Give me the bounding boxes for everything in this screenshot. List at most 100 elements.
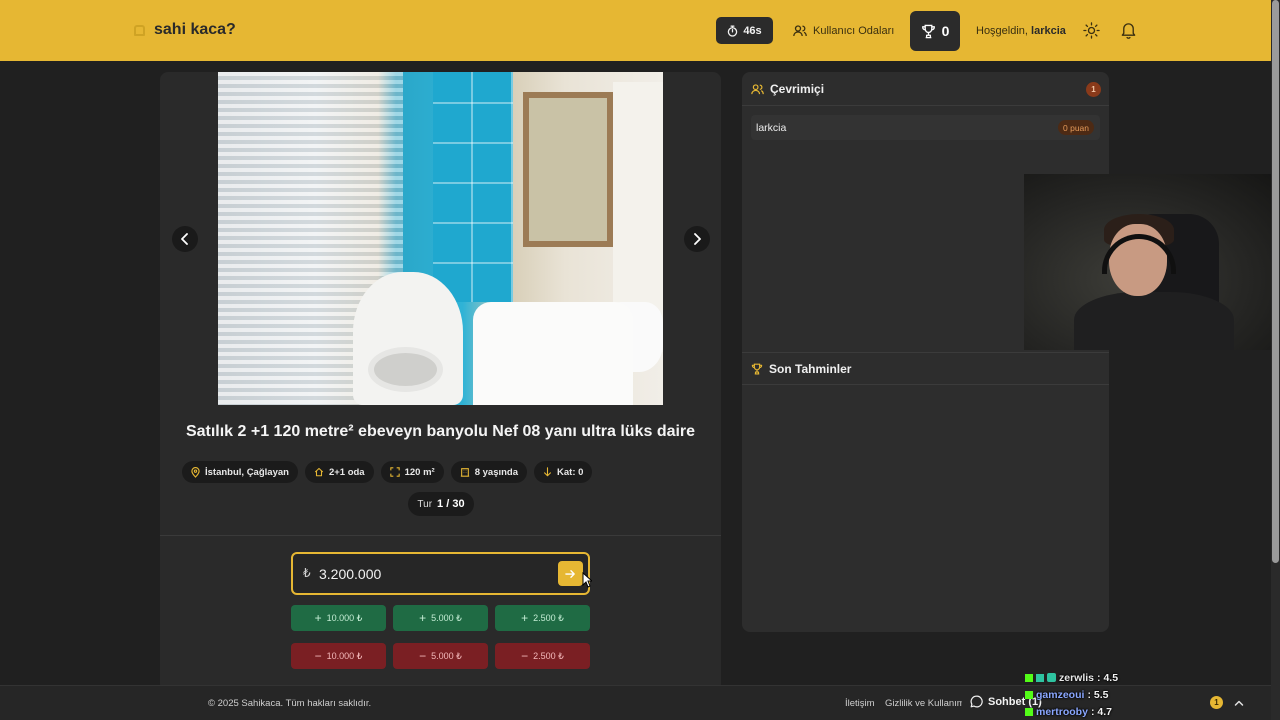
plus-icon: + <box>419 611 427 625</box>
online-title: Çevrimiçi <box>770 82 825 96</box>
users-icon <box>751 83 764 94</box>
listing-photo <box>218 72 663 405</box>
kick-badge-icon <box>1025 690 1033 699</box>
price-guess-input[interactable] <box>319 563 549 585</box>
tag-label: 120 m² <box>404 466 435 478</box>
tag-age: 8 yaşında <box>450 461 528 483</box>
stopwatch-icon <box>728 25 738 37</box>
timer-value: 46s <box>743 24 762 37</box>
tag-label: 2+1 oda <box>328 466 365 478</box>
welcome-prefix: Hoşgeldin, <box>976 25 1028 37</box>
adjust-label: 5.000 ₺ <box>431 650 462 661</box>
privacy-link[interactable]: Gizlilik ve Kullanım <box>885 698 962 709</box>
currency-symbol: ₺ <box>303 566 311 580</box>
tag-rooms: 2+1 oda <box>304 461 374 483</box>
increase-2500-button[interactable]: +2.500 ₺ <box>495 605 590 631</box>
chat-text: : 5.5 <box>1087 688 1109 701</box>
recent-guesses-header: Son Tahminler <box>742 352 1109 385</box>
round-indicator: Tur 1 / 30 <box>408 492 474 516</box>
listing-tags: İstanbul, Çağlayan 2+1 oda 120 m² 8 yaşı… <box>182 461 593 483</box>
scrollbar-thumb[interactable] <box>1272 0 1279 563</box>
round-value: 1 / 30 <box>437 498 465 510</box>
bell-icon[interactable] <box>1120 21 1137 39</box>
user-rooms-label: Kullanıcı Odaları <box>813 25 895 37</box>
minus-icon: − <box>419 649 427 663</box>
tag-label: Kat: 0 <box>557 466 584 478</box>
chat-username: zerwlis <box>1059 671 1095 684</box>
users-icon <box>793 25 807 37</box>
kick-badge-icon <box>1025 673 1033 682</box>
contact-link[interactable]: İletişim <box>845 698 875 709</box>
score-value: 0 <box>941 23 950 39</box>
adjust-label: 10.000 ₺ <box>326 650 363 661</box>
arrow-right-icon <box>565 569 575 578</box>
decrease-5000-button[interactable]: −5.000 ₺ <box>393 643 488 669</box>
next-photo-button[interactable] <box>684 226 710 252</box>
building-icon <box>460 468 469 477</box>
online-user-row[interactable]: larkcia 0 puan <box>751 115 1100 140</box>
listing-title: Satılık 2 +1 120 metre² ebeveyn banyolu … <box>185 423 696 440</box>
increase-5000-button[interactable]: +5.000 ₺ <box>393 605 488 631</box>
decrease-10000-button[interactable]: −10.000 ₺ <box>291 643 386 669</box>
timer-badge: 46s <box>716 17 773 44</box>
welcome-text: Hoşgeldin, larkcia <box>976 25 1066 37</box>
house-icon <box>314 467 324 477</box>
logo[interactable]: sahi kaca? <box>134 21 236 39</box>
badge-icon <box>1047 673 1056 682</box>
online-header: Çevrimiçi 1 <box>742 73 1109 106</box>
increase-10000-button[interactable]: +10.000 ₺ <box>291 605 386 631</box>
chat-text: : 4.5 <box>1097 671 1119 684</box>
decrease-2500-button[interactable]: −2.500 ₺ <box>495 643 590 669</box>
badge-icon <box>1036 673 1044 682</box>
chevron-left-icon <box>181 233 188 245</box>
page-scrollbar[interactable] <box>1271 0 1280 720</box>
top-header: sahi kaca? 46s Kullanıcı Odaları 0 Hoşge… <box>0 0 1280 61</box>
arrow-down-icon <box>544 467 551 477</box>
chat-message: zerwlis : 4.5 <box>1025 669 1270 686</box>
sun-icon[interactable] <box>1083 22 1100 39</box>
online-user-name: larkcia <box>756 121 787 134</box>
round-label: Tur <box>417 498 433 510</box>
listing-panel: Satılık 2 +1 120 metre² ebeveyn banyolu … <box>160 72 721 692</box>
tag-floor: Kat: 0 <box>534 461 593 483</box>
adjust-buttons: +10.000 ₺ +5.000 ₺ +2.500 ₺ −10.000 ₺ −5… <box>291 605 590 669</box>
chat-message: gamzeoui : 5.5 <box>1025 686 1270 703</box>
webcam-overlay <box>1024 174 1280 350</box>
adjust-label: 2.500 ₺ <box>533 612 564 623</box>
submit-guess-button[interactable] <box>558 561 583 586</box>
recent-guesses-title: Son Tahminler <box>769 361 852 376</box>
location-pin-icon <box>191 466 200 478</box>
plus-icon: + <box>521 611 529 625</box>
minus-icon: − <box>314 649 322 663</box>
tag-label: 8 yaşında <box>474 466 519 478</box>
trophy-icon <box>921 24 935 38</box>
points-badge: 0 puan <box>1058 120 1094 135</box>
username[interactable]: larkcia <box>1031 25 1066 37</box>
score-badge[interactable]: 0 <box>910 11 960 51</box>
expand-icon <box>389 467 400 477</box>
previous-photo-button[interactable] <box>172 226 198 252</box>
logo-icon <box>134 24 145 36</box>
user-rooms-link[interactable]: Kullanıcı Odaları <box>793 20 894 42</box>
chat-text: : 4.7 <box>1090 705 1112 718</box>
divider <box>160 535 721 536</box>
chevron-right-icon <box>694 233 701 245</box>
kick-badge-icon <box>1025 707 1033 716</box>
chat-message: mertrooby : 4.7 <box>1025 703 1270 720</box>
copyright-text: © 2025 Sahikaca. Tüm hakları saklıdır. <box>208 698 372 709</box>
tag-label: İstanbul, Çağlayan <box>205 466 289 478</box>
guess-form: ₺ <box>291 552 590 595</box>
chat-bubble-icon <box>970 695 983 708</box>
trophy-icon <box>751 363 763 374</box>
tag-area: 120 m² <box>380 461 444 483</box>
chat-username: mertrooby <box>1036 705 1088 718</box>
minus-icon: − <box>521 649 529 663</box>
adjust-label: 5.000 ₺ <box>431 612 462 623</box>
chat-username: gamzeoui <box>1036 688 1085 701</box>
tag-location: İstanbul, Çağlayan <box>182 461 298 483</box>
stream-chat-overlay: zerwlis : 4.5 gamzeoui : 5.5 mertrooby :… <box>1025 669 1270 720</box>
adjust-label: 10.000 ₺ <box>326 612 363 623</box>
logo-text: sahi kaca? <box>154 21 236 38</box>
side-panel: Çevrimiçi 1 larkcia 0 puan Son Tahminler <box>742 72 1109 632</box>
plus-icon: + <box>314 611 322 625</box>
